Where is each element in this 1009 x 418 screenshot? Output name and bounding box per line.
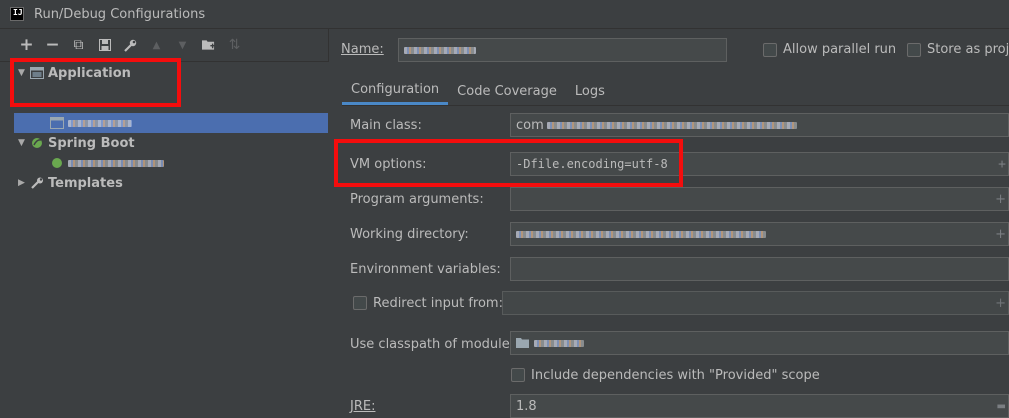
program-arguments-field[interactable]: + <box>510 187 1009 211</box>
expand-arrow-icon[interactable]: ▶ <box>18 178 30 188</box>
store-as-project-label: Store as proje <box>927 42 1009 57</box>
main-class-prefix: com <box>516 117 544 133</box>
highlight-box-application <box>10 58 181 107</box>
redacted-main-class <box>546 121 797 129</box>
tree-node-label: Templates <box>48 175 123 191</box>
include-provided-deps-checkbox[interactable] <box>511 368 525 382</box>
spring-boot-config-icon <box>52 158 62 168</box>
save-icon[interactable] <box>98 38 111 52</box>
tab-code-coverage[interactable]: Code Coverage <box>448 77 566 105</box>
remove-icon[interactable]: − <box>45 35 59 55</box>
sidebar-toolbar: + − ⧉ ▲ ▼ ⇅ <box>0 29 328 61</box>
copy-icon[interactable]: ⧉ <box>72 37 85 53</box>
allow-parallel-run-label: Allow parallel run <box>783 42 897 57</box>
wrench-icon[interactable] <box>124 38 137 52</box>
expand-field-icon[interactable]: + <box>998 157 1006 172</box>
jre-select[interactable]: 1.8 ▬ <box>510 394 1009 418</box>
intellij-logo-icon: IJ <box>10 7 24 21</box>
program-arguments-label: Program arguments: <box>350 192 484 207</box>
move-up-icon[interactable]: ▲ <box>150 38 163 52</box>
environment-variables-label: Environment variables: <box>350 262 501 277</box>
name-field[interactable] <box>398 38 727 62</box>
configuration-form: Name: Allow parallel run Store as proje … <box>330 29 1009 418</box>
tree-node-app-config[interactable] <box>50 113 132 133</box>
sort-icon[interactable]: ⇅ <box>228 37 241 53</box>
redacted-module-name <box>534 339 584 347</box>
main-class-field[interactable]: com <box>510 113 1009 137</box>
expand-field-icon[interactable]: + <box>995 192 1006 207</box>
redacted-config-name <box>68 119 132 127</box>
application-config-icon <box>50 117 64 129</box>
include-provided-deps-label: Include dependencies with "Provided" sco… <box>531 368 820 383</box>
expand-arrow-icon[interactable]: ▼ <box>18 138 30 148</box>
jre-value: 1.8 <box>516 398 537 414</box>
name-label: Name: <box>341 42 384 57</box>
add-icon[interactable]: + <box>19 35 33 55</box>
tab-logs[interactable]: Logs <box>566 77 614 105</box>
browse-icon[interactable]: ▬ <box>997 401 1006 412</box>
redirect-input-field[interactable]: + <box>502 291 1009 315</box>
configuration-tree: ▼ Application ▼ Spring Boot ▶ Templates <box>0 61 329 418</box>
redirect-input-checkbox[interactable] <box>353 296 367 310</box>
tree-node-spring-boot[interactable]: ▼ Spring Boot <box>18 133 135 153</box>
redirect-input-label: Redirect input from: <box>373 296 503 311</box>
allow-parallel-run-checkbox[interactable] <box>763 43 777 57</box>
browse-icon[interactable]: + <box>995 227 1006 242</box>
window-title: Run/Debug Configurations <box>34 6 206 22</box>
tab-divider <box>342 105 1009 106</box>
redacted-name-value <box>404 46 476 54</box>
spring-boot-icon <box>32 138 42 148</box>
tree-node-spring-config[interactable] <box>50 153 164 173</box>
working-directory-label: Working directory: <box>350 227 469 242</box>
tree-node-templates[interactable]: ▶ Templates <box>18 173 123 193</box>
wrench-icon <box>31 177 43 189</box>
tab-bar: Configuration Code Coverage Logs <box>342 77 614 105</box>
classpath-module-select[interactable] <box>510 331 1009 355</box>
environment-variables-field[interactable] <box>510 257 1009 281</box>
tab-configuration[interactable]: Configuration <box>342 77 449 105</box>
tree-node-label: Spring Boot <box>48 135 135 151</box>
jre-label: JRE: <box>350 399 376 414</box>
highlight-box-vm-options <box>334 139 683 187</box>
redacted-config-name <box>68 159 164 167</box>
move-down-icon[interactable]: ▼ <box>176 38 189 52</box>
browse-icon[interactable]: + <box>995 296 1006 311</box>
classpath-module-label: Use classpath of module: <box>350 337 515 352</box>
module-folder-icon <box>516 338 529 348</box>
working-directory-field[interactable]: + <box>510 222 1009 246</box>
main-class-label: Main class: <box>350 118 422 133</box>
folder-add-icon[interactable] <box>202 38 215 52</box>
title-bar: IJ Run/Debug Configurations <box>0 0 1009 29</box>
redacted-working-directory <box>516 230 766 238</box>
store-as-project-checkbox[interactable] <box>907 43 921 57</box>
